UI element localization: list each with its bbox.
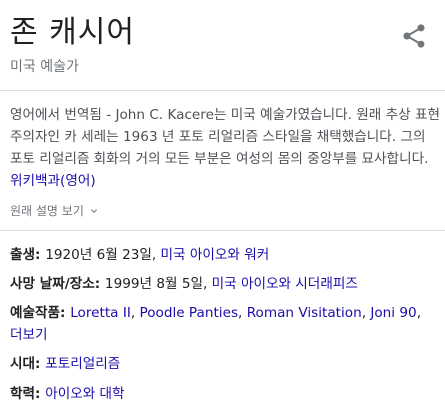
more-artworks-link[interactable]: 더보기	[10, 327, 48, 343]
entity-subtitle: 미국 예술가	[10, 59, 79, 75]
birthplace-link[interactable]: 미국 아이오와 워커	[161, 247, 270, 263]
share-icon	[403, 24, 425, 48]
chevron-down-icon	[90, 209, 97, 213]
knowledge-panel: 존 캐시어 미국 예술가 영어에서 번역됨 - John C. Kacere는 …	[0, 0, 445, 415]
divider	[0, 230, 445, 231]
education-link[interactable]: 아이오와 대학	[45, 386, 124, 402]
divider	[0, 90, 445, 91]
show-original-label: 원래 설명 보기	[10, 204, 84, 218]
period-link[interactable]: 포토리얼리즘	[45, 356, 120, 372]
show-original-description-button[interactable]: 원래 설명 보기	[10, 203, 100, 219]
artwork-link[interactable]: Joni 90	[370, 305, 416, 321]
fact-label: 예술작품	[10, 305, 61, 321]
fact-label: 시대	[10, 356, 36, 372]
description: 영어에서 번역됨 - John C. Kacere는 미국 예술가였습니다. 원…	[10, 107, 440, 189]
deathplace-link[interactable]: 미국 아이오와 시더래피즈	[212, 276, 358, 292]
share-button[interactable]	[400, 22, 428, 50]
fact-artworks: 예술작품: Loretta II, Poodle Panties, Roman …	[10, 305, 422, 343]
artwork-link[interactable]: Roman Visitation	[247, 305, 362, 321]
fact-value: 1999년 8월 5일,	[104, 276, 212, 292]
entity-title: 존 캐시어	[10, 15, 135, 50]
fact-label: 사망 날짜/장소	[10, 276, 95, 292]
fact-education: 학력: 아이오와 대학	[10, 386, 125, 402]
fact-born: 출생: 1920년 6월 23일, 미국 아이오와 워커	[10, 247, 270, 263]
fact-label: 출생	[10, 247, 36, 263]
artwork-link[interactable]: Loretta II	[70, 305, 131, 321]
translation-source-label: 영어에서 번역됨	[10, 107, 102, 123]
artwork-link[interactable]: Poodle Panties	[140, 305, 239, 321]
wikipedia-link[interactable]: 위키백과(영어)	[10, 173, 96, 189]
fact-value: 1920년 6월 23일,	[45, 247, 161, 263]
fact-died: 사망 날짜/장소: 1999년 8월 5일, 미국 아이오와 시더래피즈	[10, 276, 358, 292]
fact-period: 시대: 포토리얼리즘	[10, 356, 121, 372]
fact-label: 학력	[10, 386, 36, 402]
